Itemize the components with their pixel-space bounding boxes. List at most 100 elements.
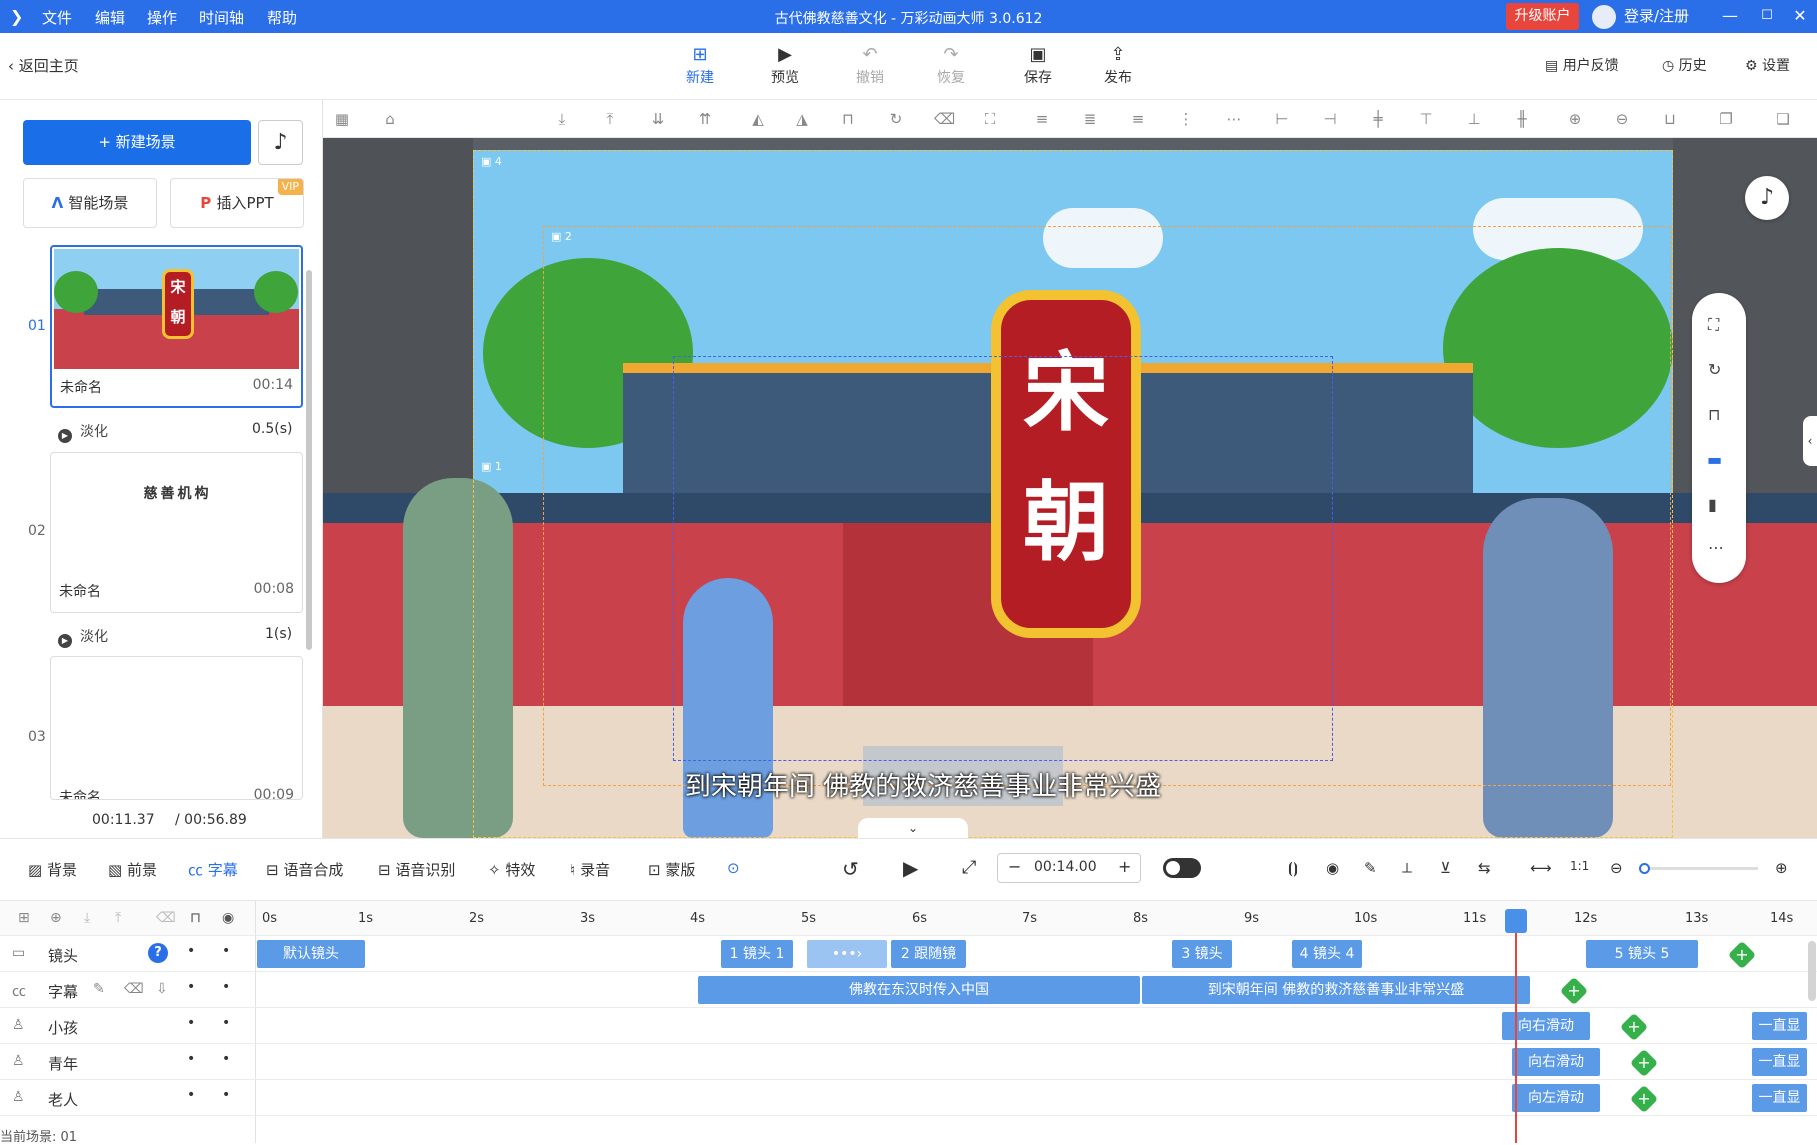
lock-dot[interactable]: •	[222, 979, 230, 995]
edit-icon[interactable]: ✎	[93, 981, 105, 997]
add-keyframe-icon[interactable]: +	[1629, 1084, 1659, 1114]
plus-icon[interactable]: +	[1118, 857, 1131, 876]
move-down-icon[interactable]: ⇊	[649, 110, 667, 128]
camera-clip[interactable]: 1 镜头 1	[721, 940, 793, 968]
align-left-edge-icon[interactable]: ⊢	[1273, 110, 1291, 128]
maximize-icon[interactable]: ☐	[1757, 6, 1777, 26]
zoom-slider[interactable]	[1639, 863, 1758, 874]
tab-record[interactable]: ♮ 录音	[570, 859, 610, 880]
subtitle-clip[interactable]: 佛教在东汉时传入中国	[698, 976, 1140, 1004]
tab-mask[interactable]: ⊡ 蒙版	[648, 859, 695, 880]
animation-clip[interactable]: 向左滑动	[1512, 1084, 1600, 1112]
animation-clip[interactable]: 一直显	[1752, 1048, 1807, 1076]
chevron-down-icon[interactable]: ⌄	[858, 818, 968, 838]
more-tabs-icon[interactable]: ⊙	[727, 859, 740, 877]
save-button[interactable]: ▣ 保存	[1008, 43, 1068, 87]
fullscreen-icon[interactable]: ⤢	[962, 857, 976, 878]
distribute-v-icon[interactable]: ⋯	[1225, 110, 1243, 128]
flip-vertical-icon[interactable]: ◮	[793, 110, 811, 128]
zoom-in-icon[interactable]: ⊕	[1775, 859, 1788, 877]
tab-subtitle[interactable]: ㏄ 字幕	[188, 859, 238, 880]
stage-subtitle[interactable]: 到宋朝年间 佛教的救济慈善事业非常兴盛	[323, 766, 1523, 803]
align-bottom-icon[interactable]: ⤓	[553, 110, 571, 128]
add-layer-icon[interactable]: ⊕	[50, 910, 62, 926]
camera-icon[interactable]: ◉	[1326, 859, 1339, 877]
toggle-switch[interactable]	[1163, 858, 1201, 878]
collapse-panel-icon[interactable]: ‹	[1803, 416, 1817, 466]
rotate-icon[interactable]: ↻	[887, 110, 905, 128]
time-stepper[interactable]: − 00:14.00 +	[997, 853, 1141, 883]
music-note-icon[interactable]: ♪	[1745, 176, 1789, 220]
lock-dot[interactable]: •	[222, 1087, 230, 1103]
move-up-icon[interactable]: ⤒	[115, 910, 121, 926]
align-top-edge-icon[interactable]: ⊤	[1417, 110, 1435, 128]
history-button[interactable]: ◷ 历史	[1662, 55, 1707, 75]
time-value[interactable]: 00:14.00	[1034, 859, 1097, 875]
undo-button[interactable]: ↶ 撤销	[840, 43, 900, 87]
rotate-icon[interactable]: ↻	[1708, 360, 1721, 379]
stage-canvas[interactable]: 宋朝 ▣ 4 ▣ 2 ▣ 1 到宋朝年间 佛教的救济慈善事业非常兴盛 ♪ ⛶ ↻…	[323, 138, 1817, 838]
add-keyframe-icon[interactable]: +	[1559, 976, 1589, 1006]
visibility-dot[interactable]: •	[187, 1015, 195, 1031]
animation-clip[interactable]: 一直显	[1752, 1084, 1807, 1112]
zoom-in-icon[interactable]: ⊕	[1566, 110, 1584, 128]
lock-icon[interactable]: ⊓	[839, 110, 857, 128]
new-button[interactable]: ⊞ 新建	[670, 43, 730, 87]
fit-icon[interactable]: ⦗⦘	[1288, 859, 1298, 877]
move-up-icon[interactable]: ⇈	[696, 110, 714, 128]
trash-icon[interactable]: ⌫	[124, 981, 144, 997]
split-icon[interactable]: ⟂	[1402, 859, 1412, 877]
eye-icon[interactable]: ◉	[222, 910, 234, 926]
minimize-icon[interactable]: —	[1720, 6, 1740, 26]
tab-effects[interactable]: ✧ 特效	[488, 859, 535, 880]
visibility-dot[interactable]: •	[187, 1087, 195, 1103]
filter-icon[interactable]: ⊻	[1440, 859, 1451, 877]
camera-clip[interactable]: 3 镜头	[1172, 940, 1232, 968]
add-keyframe-icon[interactable]: +	[1629, 1048, 1659, 1078]
login-button[interactable]: 登录/注册	[1592, 3, 1689, 30]
scene-list-scrollbar[interactable]	[306, 270, 312, 650]
paste-icon[interactable]: ❏	[1774, 110, 1792, 128]
visibility-dot[interactable]: •	[187, 943, 195, 959]
camera-transition-clip[interactable]: •••›	[807, 940, 887, 968]
lock-dot[interactable]: •	[222, 1051, 230, 1067]
distribute-h-icon[interactable]: ⋮	[1177, 110, 1195, 128]
insert-ppt-button[interactable]: P 插入PPT VIP	[170, 178, 304, 228]
lock-dot[interactable]: •	[222, 1015, 230, 1031]
timeline-scrollbar[interactable]	[1808, 941, 1816, 1001]
home-icon[interactable]: ⌂	[381, 110, 399, 128]
scene-card-03[interactable]: 未命名 00:09	[50, 656, 303, 800]
add-keyframe-icon[interactable]: +	[1727, 940, 1757, 970]
transition-item[interactable]: ▶ 淡化	[58, 421, 108, 443]
align-middle-icon[interactable]: ╪	[1369, 110, 1387, 128]
visibility-dot[interactable]: •	[187, 1051, 195, 1067]
align-left-icon[interactable]: ≡	[1033, 110, 1051, 128]
phone-icon[interactable]: ▮	[1708, 495, 1717, 514]
scene-card-01[interactable]: 宋朝 未命名 00:14	[50, 245, 303, 408]
edit-icon[interactable]: ✎	[1364, 859, 1377, 877]
align-right-edge-icon[interactable]: ⊣	[1321, 110, 1339, 128]
more-icon[interactable]: ⋯	[1708, 538, 1724, 557]
crop-icon[interactable]: ⛶	[981, 110, 999, 128]
expand-icon[interactable]: ⟷	[1530, 859, 1552, 877]
align-top-icon[interactable]: ⤒	[601, 110, 619, 128]
zoom-out-icon[interactable]: ⊖	[1613, 110, 1631, 128]
align-bottom-edge-icon[interactable]: ⊥	[1465, 110, 1483, 128]
minus-icon[interactable]: −	[1008, 857, 1021, 876]
upgrade-account-button[interactable]: 升级账户	[1506, 3, 1579, 30]
new-scene-button[interactable]: + 新建场景	[23, 120, 251, 165]
lock-icon[interactable]: ⊓	[1708, 405, 1720, 424]
play-icon[interactable]: ▶	[903, 856, 918, 880]
camera-clip[interactable]: 4 镜头 4	[1292, 940, 1362, 968]
smart-scene-button[interactable]: Λ 智能场景	[23, 178, 157, 228]
adjust-icon[interactable]: ⇆	[1478, 859, 1491, 877]
publish-button[interactable]: ⇪ 发布	[1088, 43, 1148, 87]
lock-dot[interactable]: •	[222, 943, 230, 959]
preview-button[interactable]: ▶ 预览	[755, 43, 815, 87]
animation-clip[interactable]: 向右滑动	[1512, 1048, 1600, 1076]
replay-icon[interactable]: ↺	[842, 857, 859, 881]
unlock-icon[interactable]: ⊔	[1661, 110, 1679, 128]
animation-clip[interactable]: 一直显	[1752, 1012, 1807, 1040]
flip-horizontal-icon[interactable]: ◭	[749, 110, 767, 128]
help-icon[interactable]: ?	[148, 943, 168, 963]
